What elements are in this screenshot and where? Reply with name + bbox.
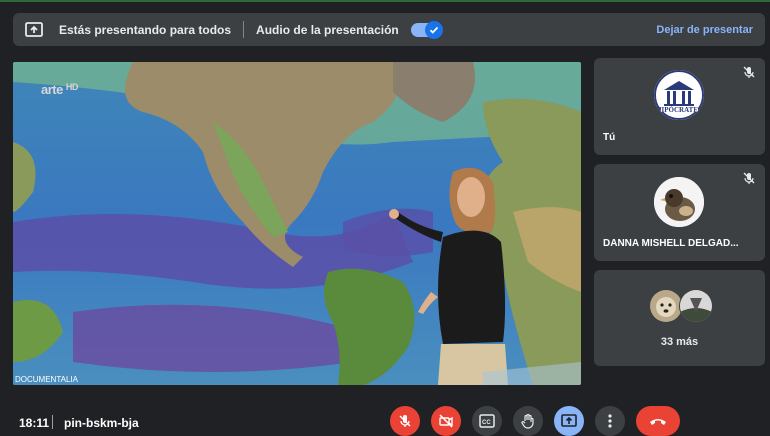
check-icon bbox=[424, 20, 443, 39]
present-now-button[interactable] bbox=[554, 406, 584, 436]
participant-tile-self[interactable]: HIPÓCRATES Tú bbox=[594, 58, 765, 155]
raise-hand-button[interactable] bbox=[513, 406, 543, 436]
presentation-audio-toggle[interactable] bbox=[410, 20, 443, 39]
camera-off-icon bbox=[439, 414, 453, 428]
present-screen-icon bbox=[561, 414, 577, 427]
present-screen-icon bbox=[25, 20, 45, 40]
top-accent-line bbox=[0, 0, 770, 2]
banner-divider bbox=[243, 21, 245, 38]
avatar bbox=[654, 177, 704, 227]
presentation-audio-label: Audio de la presentación bbox=[256, 22, 399, 37]
toggle-camera-button[interactable] bbox=[431, 406, 461, 436]
more-participants-count: 33 más bbox=[660, 336, 699, 348]
avatar bbox=[679, 289, 713, 323]
shared-screen-video: arte HD DOCUMENTALIA bbox=[13, 62, 581, 385]
chick-photo-avatar bbox=[654, 177, 704, 227]
presenting-banner: Estás presentando para todos Audio de la… bbox=[13, 13, 765, 46]
avatar-logo-text: HIPÓCRATES bbox=[656, 106, 702, 114]
participant-name: DANNA MISHELL DELGAD... bbox=[603, 238, 739, 249]
channel-logo: arte HD bbox=[41, 82, 78, 97]
avatar bbox=[649, 289, 683, 323]
mic-off-icon bbox=[399, 415, 411, 427]
participant-name: Tú bbox=[603, 132, 616, 143]
more-options-button[interactable] bbox=[595, 406, 625, 436]
stop-presenting-button[interactable]: Dejar de presentar bbox=[656, 24, 753, 36]
presenting-status-text: Estás presentando para todos bbox=[59, 22, 232, 37]
captions-button[interactable]: CC bbox=[472, 406, 502, 436]
mic-off-icon bbox=[742, 65, 756, 79]
hang-up-icon bbox=[650, 419, 666, 425]
toolbar-divider bbox=[52, 415, 53, 429]
meeting-code: pin-bskm-bja bbox=[64, 416, 139, 430]
raise-hand-icon bbox=[521, 413, 534, 429]
avatar: HIPÓCRATES bbox=[654, 70, 704, 120]
svg-text:CC: CC bbox=[482, 420, 491, 426]
more-participants-tile[interactable]: 33 más bbox=[594, 270, 765, 366]
toggle-microphone-button[interactable] bbox=[390, 406, 420, 436]
more-options-icon bbox=[608, 414, 612, 428]
world-map-illustration bbox=[13, 62, 581, 385]
meeting-time: 18:11 bbox=[19, 416, 50, 430]
bottom-toolbar: 18:11 pin-bskm-bja CC bbox=[0, 400, 770, 436]
leave-call-button[interactable] bbox=[636, 406, 680, 436]
video-credit: DOCUMENTALIA bbox=[15, 375, 78, 384]
participant-tile[interactable]: DANNA MISHELL DELGAD... bbox=[594, 164, 765, 261]
captions-icon: CC bbox=[479, 414, 495, 428]
mic-off-icon bbox=[742, 171, 756, 185]
